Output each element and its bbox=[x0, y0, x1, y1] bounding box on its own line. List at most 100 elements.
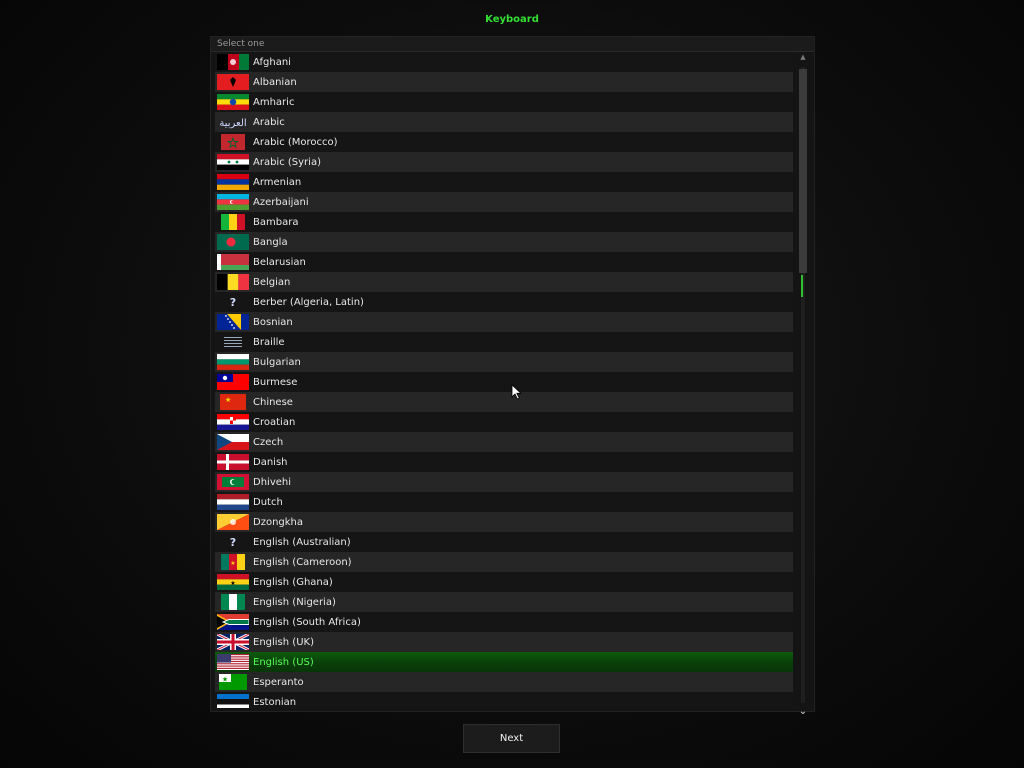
list-item-label: Belarusian bbox=[253, 256, 306, 268]
list-item[interactable]: English (Nigeria) bbox=[215, 592, 793, 612]
list-item-label: Arabic bbox=[253, 116, 285, 128]
list-item[interactable]: Croatian bbox=[215, 412, 793, 432]
list-item-label: Bulgarian bbox=[253, 356, 301, 368]
list-item-label: Esperanto bbox=[253, 676, 304, 688]
azerbaijan-flag-icon bbox=[217, 194, 249, 210]
list-item-label: Azerbaijani bbox=[253, 196, 309, 208]
list-item[interactable]: Arabic (Morocco) bbox=[215, 132, 793, 152]
list-item-label: English (Australian) bbox=[253, 536, 351, 548]
list-item[interactable]: Arabic (Syria) bbox=[215, 152, 793, 172]
netherlands-flag-icon bbox=[217, 494, 249, 510]
list-item[interactable]: Bangla bbox=[215, 232, 793, 252]
mouse-cursor-icon bbox=[511, 384, 523, 400]
unknown-flag-icon: ? bbox=[217, 294, 249, 310]
scrollbar-thumb[interactable] bbox=[799, 69, 807, 273]
braille-flag-icon bbox=[217, 334, 249, 350]
list-item-label: English (US) bbox=[253, 656, 314, 668]
list-item-label: Amharic bbox=[253, 96, 295, 108]
svg-text:★: ★ bbox=[230, 560, 235, 567]
list-item-label: Dutch bbox=[253, 496, 283, 508]
list-item-label: Albanian bbox=[253, 76, 297, 88]
list-item-label: Bambara bbox=[253, 216, 299, 228]
albania-flag-icon bbox=[217, 74, 249, 90]
list-item[interactable]: Belarusian bbox=[215, 252, 793, 272]
morocco-flag-icon bbox=[217, 134, 249, 150]
list-item-label: Danish bbox=[253, 456, 288, 468]
list-item-label: Estonian bbox=[253, 696, 297, 708]
cameroon-flag-icon: ★ bbox=[217, 554, 249, 570]
list-item[interactable]: Azerbaijani bbox=[215, 192, 793, 212]
list-item[interactable]: Burmese bbox=[215, 372, 793, 392]
list-item[interactable]: English (US) bbox=[215, 652, 793, 672]
list-item[interactable]: Danish bbox=[215, 452, 793, 472]
usa-flag-icon bbox=[217, 654, 249, 670]
list-item[interactable]: Bambara bbox=[215, 212, 793, 232]
list-item[interactable]: ★ English (Cameroon) bbox=[215, 552, 793, 572]
list-item[interactable]: Estonian bbox=[215, 692, 793, 708]
keyboard-list-panel: Select one Afghani Albanian Amharic العربية… bbox=[210, 36, 815, 717]
list-item[interactable]: ? English (Australian) bbox=[215, 532, 793, 552]
list-item-label: Czech bbox=[253, 436, 284, 448]
list-item-label: Belgian bbox=[253, 276, 291, 288]
czech-flag-icon bbox=[217, 434, 249, 450]
next-button[interactable]: Next bbox=[463, 724, 560, 753]
list-item-label: Arabic (Morocco) bbox=[253, 136, 338, 148]
list-item-label: Arabic (Syria) bbox=[253, 156, 321, 168]
list-item[interactable]: Amharic bbox=[215, 92, 793, 112]
list-item-label: Dzongkha bbox=[253, 516, 304, 528]
arabic-script-flag-icon: العربية bbox=[217, 114, 249, 130]
list-item[interactable]: Armenian bbox=[215, 172, 793, 192]
list-item-label: English (South Africa) bbox=[253, 616, 361, 628]
list-item[interactable]: Braille bbox=[215, 332, 793, 352]
list-item-label: English (Cameroon) bbox=[253, 556, 352, 568]
scroll-up-icon[interactable]: ▲ bbox=[798, 53, 808, 61]
svg-text:★: ★ bbox=[225, 396, 231, 404]
list-item-label: Bangla bbox=[253, 236, 288, 248]
bangladesh-flag-icon bbox=[217, 234, 249, 250]
syria-flag-icon bbox=[217, 154, 249, 170]
list-item-label: Berber (Algeria, Latin) bbox=[253, 296, 364, 308]
unknown-flag-icon: ? bbox=[217, 534, 249, 550]
list-item-label: English (Ghana) bbox=[253, 576, 333, 588]
bulgaria-flag-icon bbox=[217, 354, 249, 370]
croatia-flag-icon bbox=[217, 414, 249, 430]
list-item[interactable]: ★ Chinese bbox=[215, 392, 793, 412]
list-item[interactable]: Bosnian bbox=[215, 312, 793, 332]
list-item-label: Armenian bbox=[253, 176, 302, 188]
list-item[interactable]: Dhivehi bbox=[215, 472, 793, 492]
afghanistan-flag-icon bbox=[217, 54, 249, 70]
keyboard-layout-list[interactable]: Afghani Albanian Amharic العربية Arabic Arabi… bbox=[215, 52, 793, 708]
list-item[interactable]: ★ English (Ghana) bbox=[215, 572, 793, 592]
list-item[interactable]: Belgian bbox=[215, 272, 793, 292]
list-item-label: English (UK) bbox=[253, 636, 314, 648]
chevron-down-icon[interactable]: ⌄ bbox=[798, 706, 808, 717]
list-item[interactable]: Afghani bbox=[215, 52, 793, 72]
list-item[interactable]: English (South Africa) bbox=[215, 612, 793, 632]
mali-flag-icon bbox=[217, 214, 249, 230]
list-item[interactable]: العربية Arabic bbox=[215, 112, 793, 132]
list-item[interactable]: Dutch bbox=[215, 492, 793, 512]
list-header: Select one bbox=[211, 37, 814, 52]
list-item[interactable]: Bulgarian bbox=[215, 352, 793, 372]
esperanto-flag-icon: ★ bbox=[217, 674, 249, 690]
list-item[interactable]: ? Berber (Algeria, Latin) bbox=[215, 292, 793, 312]
china-flag-icon: ★ bbox=[217, 394, 249, 410]
south-africa-flag-icon bbox=[217, 614, 249, 630]
ethiopia-flag-icon bbox=[217, 94, 249, 110]
list-item[interactable]: ★ Esperanto bbox=[215, 672, 793, 692]
list-item-label: Croatian bbox=[253, 416, 296, 428]
taiwan-flag-icon bbox=[217, 374, 249, 390]
scroll-position-indicator bbox=[801, 275, 803, 297]
list-item[interactable]: Czech bbox=[215, 432, 793, 452]
list-item-label: Afghani bbox=[253, 56, 291, 68]
svg-text:★: ★ bbox=[230, 580, 235, 587]
bhutan-flag-icon bbox=[217, 514, 249, 530]
list-item-label: Braille bbox=[253, 336, 285, 348]
list-item[interactable]: Albanian bbox=[215, 72, 793, 92]
list-item-label: Dhivehi bbox=[253, 476, 292, 488]
scrollbar[interactable]: ▲ ⌄ bbox=[798, 53, 808, 717]
nigeria-flag-icon bbox=[217, 594, 249, 610]
svg-text:★: ★ bbox=[222, 675, 228, 683]
list-item[interactable]: Dzongkha bbox=[215, 512, 793, 532]
list-item[interactable]: English (UK) bbox=[215, 632, 793, 652]
